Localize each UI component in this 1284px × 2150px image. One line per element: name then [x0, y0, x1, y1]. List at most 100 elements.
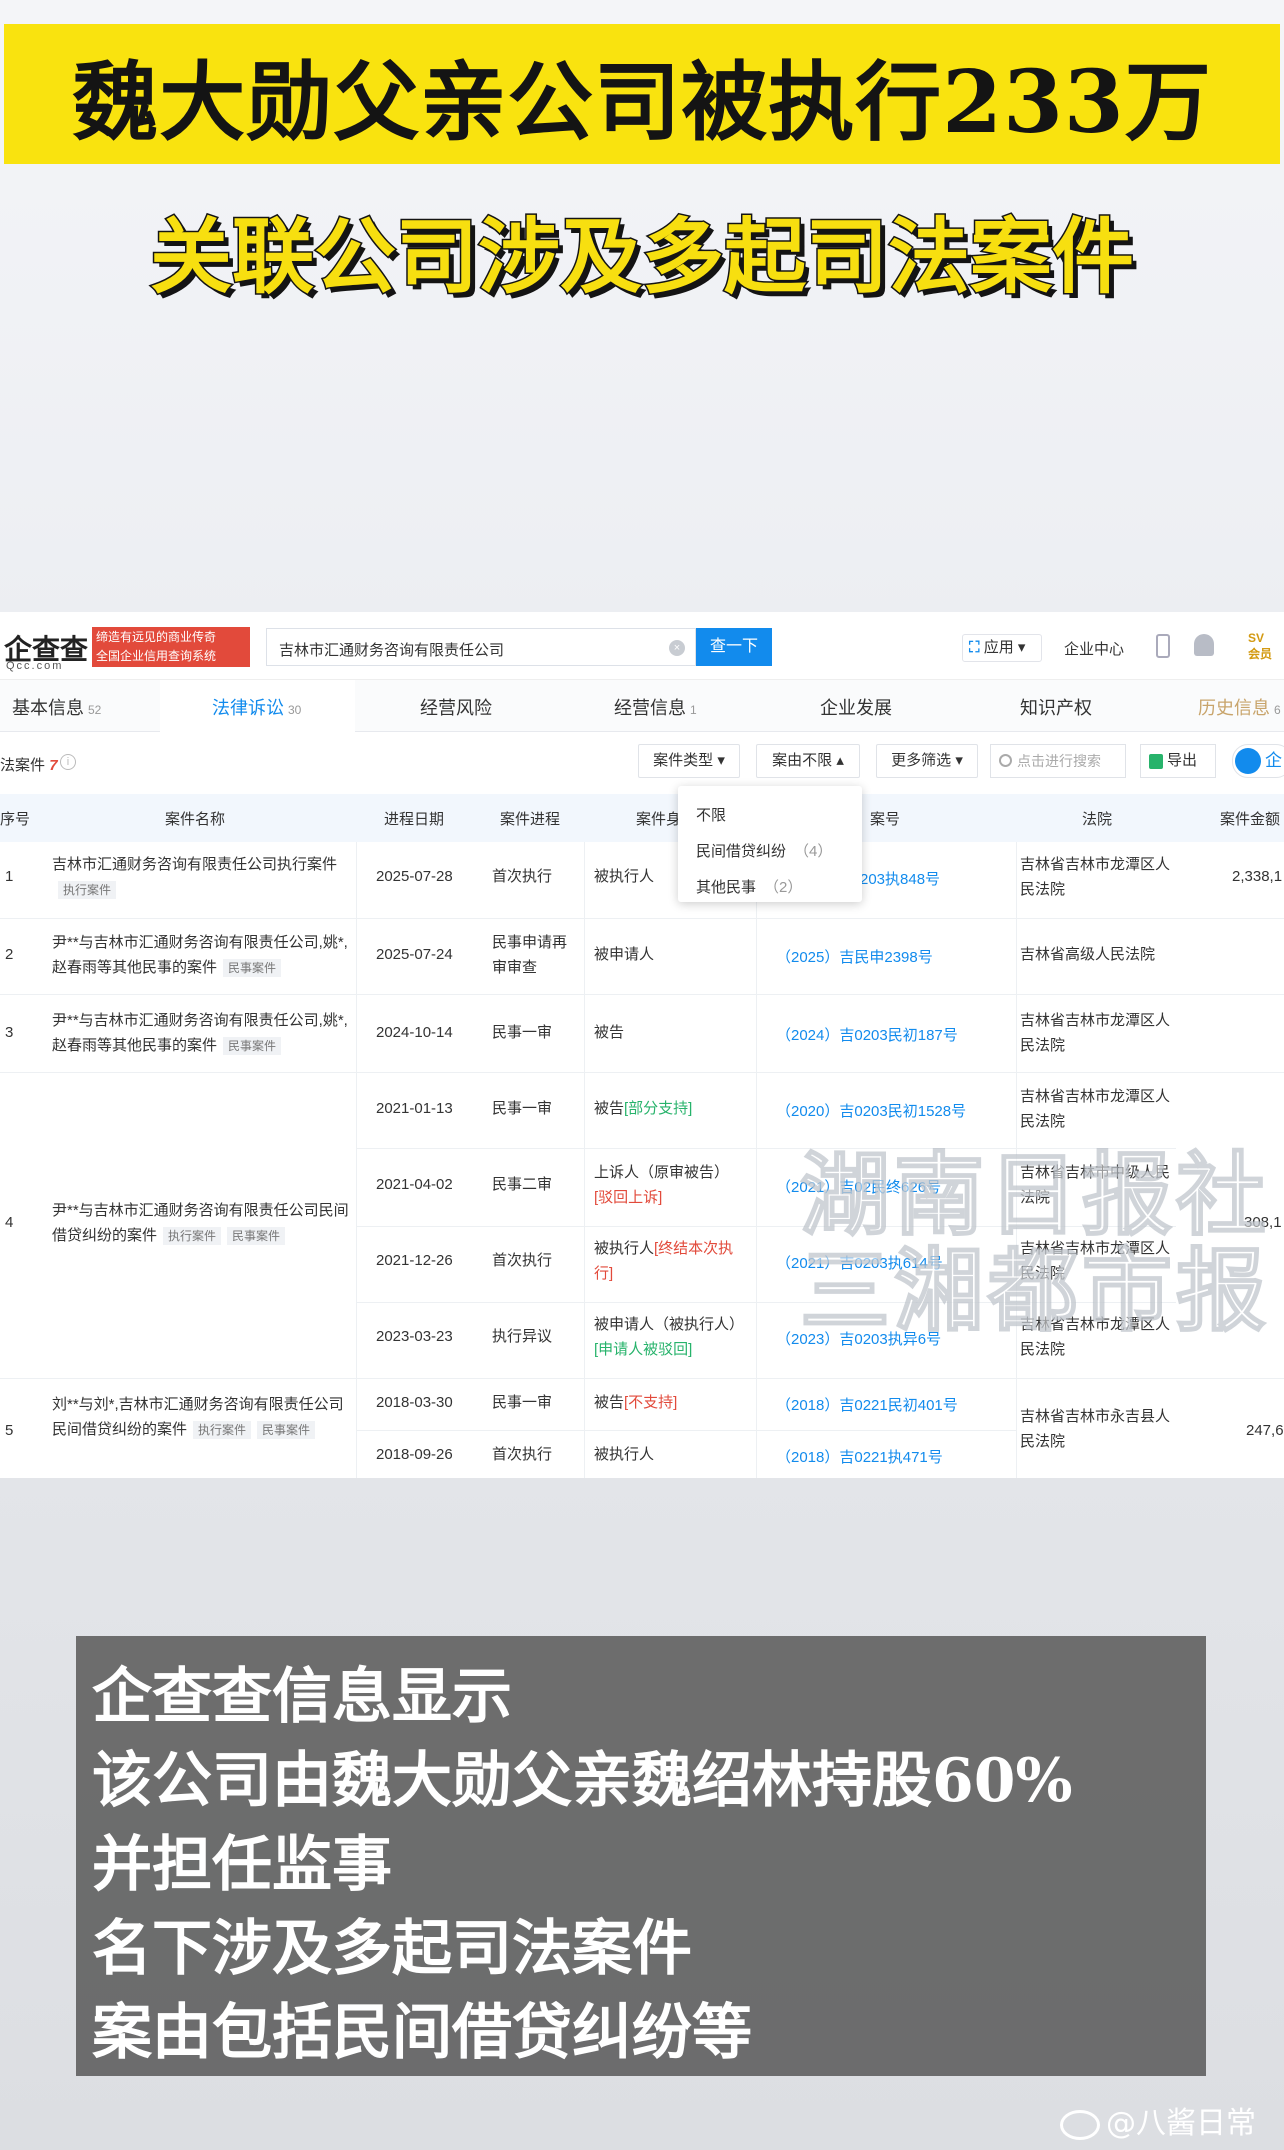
credit-text: @八酱日常	[1106, 2106, 1256, 2141]
progress-stage: 首次执行	[492, 868, 553, 885]
more-filters-button[interactable]: 更多筛选 ▾	[876, 744, 978, 778]
app-menu-button[interactable]: ⛶ 应用 ▾	[962, 634, 1042, 662]
case-reason-dropdown: 不限 民间借贷纠纷 （4） 其他民事 （2）	[678, 786, 862, 902]
tab-history[interactable]: 历史信息 6	[1198, 694, 1281, 720]
progress-stage: 民事一审	[492, 1100, 553, 1117]
tab-legal[interactable]: 法律诉讼 30	[212, 694, 301, 720]
case-reason-filter[interactable]: 案由不限 ▴	[756, 744, 860, 778]
info-icon[interactable]: i	[60, 754, 76, 770]
row-number: 2	[5, 946, 14, 963]
col-header-amount: 案件金额	[1220, 811, 1281, 828]
case-number-link[interactable]: （2018）吉0221执471号	[776, 1446, 943, 1467]
slogan-badge: 缔造有远见的商业传奇 全国企业信用查询系统	[92, 627, 250, 667]
case-name[interactable]: 尹**与吉林市汇通财务咨询有限责任公司民间借贷纠纷的案件 执行案件 民事案件	[52, 1198, 352, 1248]
corner-label: 企	[1265, 751, 1282, 770]
row-divider	[356, 1430, 1016, 1431]
slogan-line1: 缔造有远见的商业传奇	[96, 630, 217, 644]
case-number-link[interactable]: （2020）吉0203民初1528号	[776, 1100, 966, 1121]
col-divider	[584, 842, 585, 1478]
search-value: 吉林市汇通财务咨询有限责任公司	[279, 642, 505, 659]
table-search-input[interactable]: 点击进行搜索	[990, 744, 1126, 778]
row-number: 3	[5, 1024, 14, 1041]
caption-line: 案由包括民间借贷纠纷等	[92, 1998, 752, 2068]
progress-date: 2021-04-02	[376, 1176, 453, 1193]
company-search-input[interactable]: 吉林市汇通财务咨询有限责任公司 ×	[266, 628, 696, 666]
top-bar: 企查查 Qcc.com 缔造有远见的商业传奇 全国企业信用查询系统 吉林市汇通财…	[0, 612, 1284, 680]
row-number: 1	[5, 868, 14, 885]
case-number-link[interactable]: （2018）吉0221民初401号	[776, 1394, 958, 1415]
col-header-progress: 案件进程	[500, 811, 561, 828]
vip-badge[interactable]: SV 会员	[1248, 630, 1284, 664]
tab-count: 30	[288, 703, 302, 717]
case-tag: 执行案件	[193, 1421, 252, 1439]
case-role: 被执行人[终结本次执行]	[594, 1236, 744, 1286]
headline-line1: 魏大勋父亲公司被执行233万	[72, 51, 1212, 153]
court-name: 吉林省吉林市龙潭区人民法院	[1020, 1012, 1171, 1054]
watermark: 湖南日报社 三湘都市报	[799, 1146, 1280, 1342]
tab-business-risk[interactable]: 经营风险	[420, 694, 492, 720]
vip-line2: 会员	[1248, 647, 1273, 661]
tab-basic-info[interactable]: 基本信息 52	[12, 694, 101, 720]
row-divider	[0, 994, 1284, 995]
dropdown-option-all[interactable]: 不限	[696, 804, 726, 825]
role-result: [驳回上诉]	[594, 1189, 663, 1206]
case-tag: 执行案件	[163, 1227, 222, 1245]
case-number-link[interactable]: 203执848号	[860, 868, 940, 889]
case-role: 被告	[594, 1024, 625, 1041]
role-result: [申请人被驳回]	[594, 1341, 693, 1358]
bell-icon[interactable]	[1194, 634, 1214, 656]
table-header: 序号 案件名称 进程日期 案件进程 案件身 案号 法院 案件金额	[0, 794, 1284, 842]
search-button[interactable]: 查一下	[696, 628, 772, 666]
case-type-filter[interactable]: 案件类型 ▾	[638, 744, 740, 778]
case-number-link[interactable]: （2024）吉0203民初187号	[776, 1024, 958, 1045]
qcc-screenshot: 企查查 Qcc.com 缔造有远见的商业传奇 全国企业信用查询系统 吉林市汇通财…	[0, 612, 1284, 1478]
case-name-text: 吉林市汇通财务咨询有限责任公司执行案件	[52, 856, 338, 873]
case-count: 法案件 7	[0, 754, 58, 775]
tab-business-info[interactable]: 经营信息 1	[614, 694, 697, 720]
court-name: 吉林省高级人民法院	[1020, 946, 1156, 963]
tab-label: 知识产权	[1020, 698, 1092, 718]
tab-label: 法律诉讼	[212, 698, 284, 718]
qcc-assistant-button[interactable]: 企	[1232, 744, 1284, 778]
col-header-no: 序号	[0, 811, 31, 828]
progress-stage: 首次执行	[492, 1252, 553, 1269]
progress-stage: 民事一审	[492, 1394, 553, 1411]
case-tag: 执行案件	[58, 881, 117, 899]
case-name[interactable]: 尹**与吉林市汇通财务咨询有限责任公司,姚*,赵春雨等其他民事的案件 民事案件	[52, 930, 352, 980]
qcc-logo-domain: Qcc.com	[6, 660, 64, 672]
case-name[interactable]: 刘**与刘*,吉林市汇通财务咨询有限责任公司民间借贷纠纷的案件 执行案件 民事案件	[52, 1392, 352, 1442]
progress-date: 2025-07-28	[376, 868, 453, 885]
case-name[interactable]: 尹**与吉林市汇通财务咨询有限责任公司,姚*,赵春雨等其他民事的案件 民事案件	[52, 1008, 352, 1058]
excel-icon	[1149, 754, 1163, 769]
clear-icon[interactable]: ×	[669, 640, 685, 656]
tab-ip[interactable]: 知识产权	[1020, 694, 1092, 720]
role-result: [不支持]	[624, 1394, 678, 1411]
dropdown-option-loan[interactable]: 民间借贷纠纷 （4）	[696, 840, 832, 861]
phone-icon[interactable]	[1156, 634, 1170, 658]
filter-label: 案由不限	[772, 752, 833, 769]
progress-date: 2021-01-13	[376, 1100, 453, 1117]
export-button[interactable]: 导出	[1140, 744, 1216, 778]
court-name: 吉林省吉林市永吉县人民法院	[1020, 1408, 1171, 1450]
option-label: 不限	[696, 807, 727, 824]
progress-stage: 民事一审	[492, 1024, 553, 1041]
case-name[interactable]: 吉林市汇通财务咨询有限责任公司执行案件执行案件	[52, 852, 352, 902]
tab-label: 历史信息	[1198, 698, 1270, 718]
row-divider	[0, 1378, 1284, 1379]
progress-date: 2021-12-26	[376, 1252, 453, 1269]
filter-bar: 法案件 7 i 案件类型 ▾ 案由不限 ▴ 更多筛选 ▾ 点击进行搜索 导出 企	[0, 732, 1284, 794]
caption-line: 并担任监事	[92, 1830, 392, 1900]
progress-date: 2025-07-24	[376, 946, 453, 963]
watermark-line1: 湖南日报社	[799, 1146, 1270, 1246]
option-label: 民间借贷纠纷	[696, 843, 787, 860]
tab-development[interactable]: 企业发展	[820, 694, 892, 720]
tab-label: 经营信息	[614, 698, 686, 718]
case-amount: 2,338,1	[1232, 868, 1283, 885]
case-role: 被申请人（被执行人） [申请人被驳回]	[594, 1312, 744, 1362]
case-number-link[interactable]: （2025）吉民申2398号	[776, 946, 933, 967]
enterprise-center-link[interactable]: 企业中心	[1064, 638, 1124, 659]
headline-line2: 关联公司涉及多起司法案件	[148, 208, 1135, 307]
dropdown-option-other[interactable]: 其他民事 （2）	[696, 876, 802, 897]
credit: @八酱日常	[1060, 2098, 1256, 2142]
watermark-line2: 三湘都市报	[799, 1242, 1270, 1342]
